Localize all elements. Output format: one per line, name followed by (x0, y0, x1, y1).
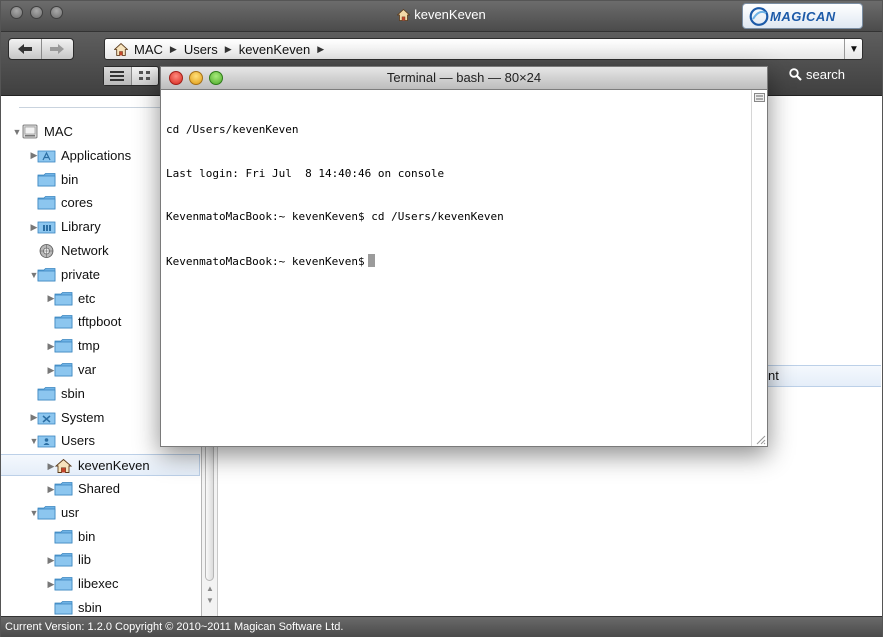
magican-logo-text: MAGICAN (770, 9, 836, 24)
search-button[interactable]: search (789, 67, 845, 82)
folder-icon (37, 386, 57, 402)
path-crumb-current[interactable]: kevenKeven ▶ (239, 42, 331, 57)
sidebar-item-usr[interactable]: ▼ usr (1, 502, 200, 524)
terminal-title-bar[interactable]: Terminal — bash — 80×24 (161, 67, 767, 90)
search-icon (789, 68, 802, 81)
forward-button[interactable] (40, 39, 74, 59)
sidebar-item-label: System (61, 409, 105, 425)
chevron-down-icon: ▼ (849, 43, 859, 55)
search-label: search (806, 67, 846, 82)
magican-logo-icon (749, 7, 769, 26)
navigation-buttons (8, 38, 74, 60)
path-separator-icon: ▶ (224, 43, 232, 54)
sidebar-item-sbin[interactable]: sbin (1, 597, 200, 616)
terminal-window[interactable]: Terminal — bash — 80×24 cd /Users/kevenK… (160, 66, 768, 447)
sidebar-item-libexec[interactable]: ▶ libexec (1, 573, 200, 595)
split-pane-icon[interactable] (754, 93, 765, 102)
sidebar-item-shared[interactable]: ▶ Shared (1, 478, 200, 500)
window-title-bar[interactable]: kevenKeven MAGICAN (1, 1, 882, 32)
sidebar-item-label: bin (78, 528, 96, 544)
sidebar-item-label: Network (61, 243, 109, 258)
sidebar-item-label: Library (61, 219, 101, 235)
folder-icon (54, 338, 74, 354)
sidebar-item-label: libexec (78, 576, 119, 592)
sidebar-item-label: MAC (44, 124, 73, 139)
window-title-text: kevenKeven (414, 7, 486, 22)
resize-grip-icon[interactable] (754, 433, 766, 445)
status-bar: Current Version: 1.2.0 Copyright © 2010~… (1, 616, 882, 637)
home-icon (114, 42, 128, 56)
terminal-prompt: KevenmatoMacBook:~ kevenKeven$ (166, 254, 365, 268)
view-mode-selector (103, 66, 159, 86)
terminal-line: Last login: Fri Jul 8 14:40:46 on consol… (166, 166, 445, 180)
magican-logo: MAGICAN (742, 3, 863, 29)
library-folder-icon (37, 219, 57, 235)
path-crumb-users[interactable]: Users ▶ (184, 42, 239, 57)
users-folder-icon (37, 433, 57, 449)
folder-icon (37, 505, 57, 521)
sidebar-item-label: usr (61, 504, 80, 520)
sidebar-item-label: bin (61, 171, 79, 187)
forward-arrow-icon (50, 44, 65, 54)
path-crumb-root[interactable]: MAC ▶ (114, 42, 184, 57)
path-bar[interactable]: MAC ▶ Users ▶ kevenKeven ▶ (104, 38, 863, 60)
sidebar-item-label: tmp (78, 338, 100, 354)
sidebar-item-label: Applications (61, 147, 132, 163)
list-view-button[interactable] (104, 67, 131, 85)
back-arrow-icon (17, 44, 32, 54)
sidebar-item-label: etc (78, 290, 96, 306)
sidebar-item-label: sbin (61, 385, 85, 401)
sidebar-item-label: cores (61, 195, 93, 211)
folder-icon (54, 552, 74, 568)
path-dropdown-button[interactable]: ▼ (844, 39, 863, 59)
folder-icon (54, 314, 74, 330)
folder-icon (54, 291, 74, 307)
list-view-icon (110, 71, 125, 81)
folder-icon (37, 195, 57, 211)
applications-folder-icon (37, 148, 57, 164)
folder-icon (54, 600, 74, 616)
sidebar-item-label: lib (78, 552, 92, 568)
folder-icon (37, 172, 57, 188)
sidebar-item-label: kevenKeven (78, 458, 150, 474)
file-list-row-selected[interactable]: nt (765, 365, 881, 387)
status-text: Current Version: 1.2.0 Copyright © 2010~… (5, 621, 344, 633)
sidebar-item-lib[interactable]: ▶ lib (1, 549, 200, 571)
terminal-prompt-line[interactable]: KevenmatoMacBook:~ kevenKeven$ (166, 253, 751, 270)
sidebar-item-label: Shared (78, 481, 120, 496)
scroll-arrows-icon[interactable]: ▲ ▼ (205, 583, 215, 607)
home-icon (54, 458, 74, 474)
folder-icon (54, 576, 74, 592)
sidebar-item-label: var (78, 362, 97, 377)
drive-icon (20, 124, 40, 140)
folder-icon (54, 529, 74, 545)
network-icon (37, 243, 57, 259)
path-separator-icon: ▶ (317, 43, 325, 54)
terminal-line: KevenmatoMacBook:~ kevenKeven$ cd /Users… (166, 210, 504, 223)
sidebar-item-label: sbin (78, 600, 102, 615)
icon-view-icon (138, 71, 150, 80)
terminal-cursor (367, 253, 375, 267)
terminal-title: Terminal — bash — 80×24 (386, 70, 542, 85)
folder-icon (54, 481, 74, 497)
sidebar-item-kevenkeven[interactable]: ▶ kevenKeven (1, 454, 200, 477)
terminal-scrollbar[interactable] (751, 90, 767, 446)
sidebar-item-label: Users (61, 433, 95, 449)
sidebar-item-label: private (61, 266, 101, 282)
sidebar-item-label: tftpboot (78, 314, 122, 330)
terminal-output[interactable]: cd /Users/kevenKeven Last login: Fri Jul… (166, 94, 751, 298)
path-separator-icon: ▶ (169, 43, 177, 54)
icon-view-button[interactable] (130, 67, 159, 85)
home-icon (396, 8, 411, 24)
system-folder-icon (37, 410, 57, 426)
back-button[interactable] (9, 39, 41, 59)
folder-icon (54, 362, 74, 378)
sidebar-item-bin[interactable]: bin (1, 526, 200, 548)
terminal-line: cd /Users/kevenKeven (166, 123, 299, 136)
folder-icon (37, 267, 57, 283)
